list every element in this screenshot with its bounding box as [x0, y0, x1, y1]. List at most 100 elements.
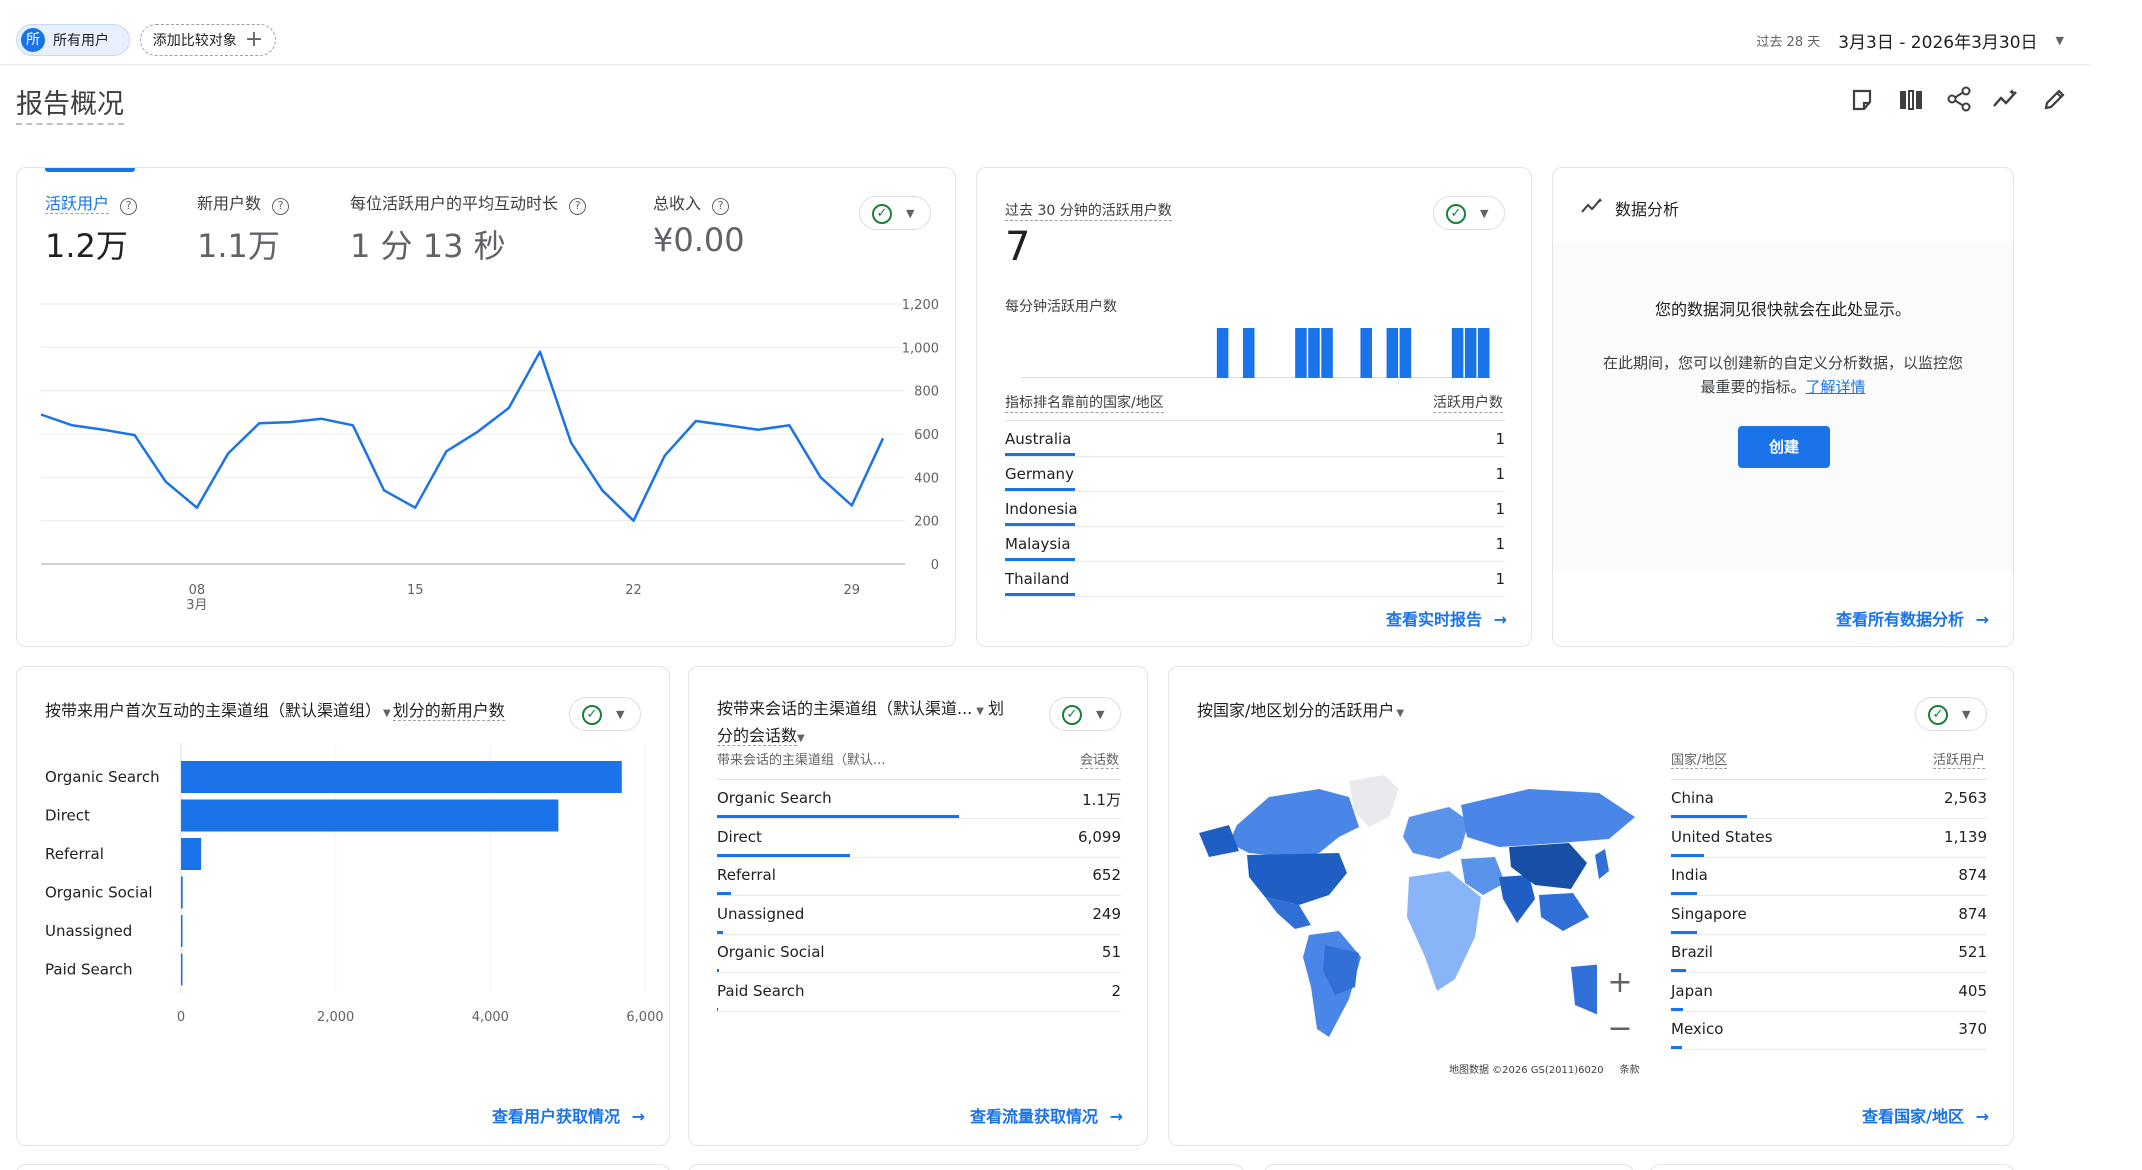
- realtime-subtitle: 每分钟活跃用户数: [1005, 299, 1117, 315]
- help-icon[interactable]: ?: [712, 198, 730, 215]
- metric-selector[interactable]: 划分的新用户数: [392, 701, 505, 721]
- card-options-button[interactable]: ✓ ▼: [1915, 697, 1987, 731]
- add-comparison-label: 添加比较对象: [152, 33, 237, 49]
- view-all-insights-link[interactable]: 查看所有数据分析 →: [1836, 606, 1989, 630]
- user-filter-chip[interactable]: 所 所有用户: [16, 24, 130, 56]
- pencil-icon[interactable]: [2042, 86, 2068, 112]
- country-value: 1: [1495, 465, 1505, 483]
- insights-header: 数据分析: [1581, 196, 1679, 220]
- view-traffic-acquisition-link[interactable]: 查看流量获取情况 →: [970, 1103, 1123, 1127]
- country-name: Mexico: [1671, 1020, 1724, 1038]
- insights-icon[interactable]: [1992, 86, 2020, 112]
- arrow-right-icon: →: [1975, 610, 1989, 629]
- table-row[interactable]: Malaysia 1: [1005, 527, 1505, 562]
- card-edge: [1264, 1164, 1634, 1170]
- metric-selector[interactable]: 分的会话数: [717, 726, 798, 746]
- x-tick-label: 22: [625, 583, 642, 598]
- dimension-dropdown[interactable]: ▼: [976, 706, 984, 717]
- avatar: 所: [21, 28, 45, 52]
- table-row[interactable]: Germany 1: [1005, 457, 1505, 492]
- row-share-bar: [717, 930, 723, 934]
- table-row[interactable]: Brazil 521: [1671, 935, 1987, 973]
- table-row[interactable]: China 2,563: [1671, 781, 1987, 819]
- active-users-count: 1,139: [1944, 827, 1987, 846]
- row-share-bar: [717, 853, 851, 857]
- channel-name: Referral: [717, 866, 776, 884]
- active-users-count: 370: [1958, 1020, 1987, 1038]
- view-realtime-link[interactable]: 查看实时报告 →: [1386, 606, 1507, 630]
- card-options-button[interactable]: ✓ ▼: [1049, 697, 1121, 731]
- minute-bar: [1308, 328, 1320, 378]
- edit-note-icon[interactable]: [1850, 88, 1874, 112]
- table-divider: [717, 779, 1121, 780]
- view-user-acquisition-link[interactable]: 查看用户获取情况 →: [492, 1103, 645, 1127]
- category-label: Unassigned: [45, 922, 132, 940]
- dimension-dropdown[interactable]: ▼: [383, 708, 391, 719]
- country-value: 1: [1495, 570, 1505, 588]
- y-tick-label: 1,000: [902, 341, 939, 356]
- help-icon[interactable]: ?: [120, 198, 138, 215]
- geo-col-name: 国家/地区: [1671, 749, 1728, 769]
- world-map[interactable]: [1199, 767, 1639, 1057]
- create-insight-button[interactable]: 创建: [1738, 426, 1830, 468]
- active-users-count: 874: [1958, 866, 1987, 884]
- zoom-out-button[interactable]: −: [1597, 1007, 1643, 1053]
- chevron-down-icon: ▼: [1480, 207, 1489, 220]
- category-bar: [181, 799, 559, 832]
- y-tick-label: 0: [931, 558, 939, 573]
- table-row[interactable]: Direct 6,099: [717, 820, 1121, 858]
- card-options-button[interactable]: ✓ ▼: [1433, 196, 1505, 230]
- table-row[interactable]: Japan 405: [1671, 974, 1987, 1012]
- insights-headline: 您的数据洞见很快就会在此处显示。: [1654, 300, 1911, 319]
- chevron-down-icon: ▼: [1096, 708, 1105, 721]
- session-count: 652: [1092, 866, 1121, 884]
- category-label: Direct: [45, 807, 90, 825]
- table-row[interactable]: United States 1,139: [1671, 820, 1987, 858]
- dimension-dropdown[interactable]: ▼: [1396, 708, 1404, 719]
- metric-tab-new-users[interactable]: 新用户数 ? 1.1万: [197, 190, 290, 267]
- table-row[interactable]: Referral 652: [717, 858, 1121, 896]
- country-value: 1: [1495, 430, 1505, 448]
- row-share-bar: [1671, 892, 1697, 895]
- minute-bar: [1242, 328, 1255, 378]
- table-row[interactable]: Singapore 874: [1671, 897, 1987, 935]
- check-circle-icon: ✓: [1446, 204, 1466, 224]
- metric-dropdown[interactable]: ▼: [797, 733, 805, 744]
- share-icon[interactable]: [1946, 86, 1972, 112]
- table-row[interactable]: Mexico 370: [1671, 1012, 1987, 1050]
- metric-tab-engagement-time[interactable]: 每位活跃用户的平均互动时长 ? 1 分 13 秒: [350, 190, 587, 267]
- table-row[interactable]: Paid Search 2: [717, 974, 1121, 1012]
- help-icon[interactable]: ?: [569, 198, 587, 215]
- channel-name: Direct: [717, 827, 762, 846]
- metric-value: 1.2万: [45, 227, 128, 265]
- metric-tab-active-users[interactable]: 活跃用户 ? 1.2万: [45, 190, 138, 267]
- table-row[interactable]: Organic Search 1.1万: [717, 781, 1121, 819]
- date-range-picker[interactable]: 过去 28 天 3月3日 - 2026年3月30日 ▼: [1756, 28, 2064, 53]
- map-usa: [1247, 853, 1347, 905]
- channel-name: Unassigned: [717, 904, 805, 923]
- table-row[interactable]: India 874: [1671, 858, 1987, 896]
- realtime-value: 7: [1005, 224, 1031, 270]
- table-row[interactable]: Thailand 1: [1005, 562, 1505, 597]
- metric-tab-total-revenue[interactable]: 总收入 ? ¥0.00: [653, 190, 745, 259]
- y-tick-label: 600: [914, 428, 939, 443]
- row-share-bar: [1671, 969, 1687, 972]
- category-label: Paid Search: [45, 961, 133, 979]
- zoom-in-button[interactable]: +: [1597, 961, 1643, 1007]
- view-country-link[interactable]: 查看国家/地区 →: [1862, 1103, 1989, 1127]
- map-japan: [1595, 849, 1609, 879]
- table-row[interactable]: Australia 1: [1005, 422, 1505, 457]
- row-share-bar: [717, 815, 960, 818]
- table-row[interactable]: Unassigned 249: [717, 897, 1121, 935]
- table-row[interactable]: Indonesia 1: [1005, 492, 1505, 527]
- table-row[interactable]: Organic Social 51: [717, 935, 1121, 973]
- help-icon[interactable]: ?: [272, 198, 290, 215]
- card-options-button[interactable]: ✓ ▼: [859, 196, 931, 230]
- session-count: 6,099: [1078, 827, 1121, 846]
- minute-bar: [1464, 328, 1477, 378]
- map-terms-link[interactable]: 条款: [1620, 1065, 1640, 1076]
- card-options-button[interactable]: ✓ ▼: [569, 697, 641, 731]
- compare-columns-icon[interactable]: [1898, 88, 1924, 112]
- add-comparison-chip[interactable]: 添加比较对象 +: [140, 24, 276, 56]
- learn-more-link[interactable]: 了解详情: [1806, 378, 1866, 396]
